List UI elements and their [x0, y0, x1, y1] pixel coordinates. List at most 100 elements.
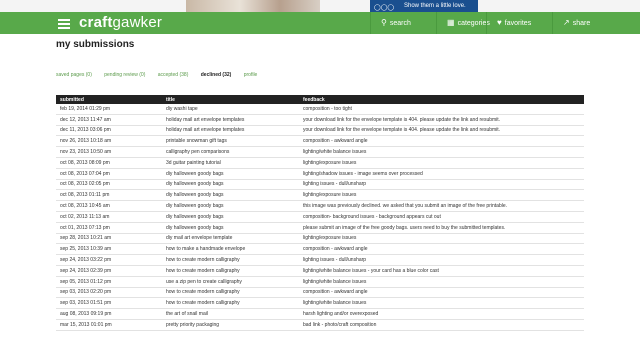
- tab-pending-review[interactable]: pending review (0): [104, 72, 145, 78]
- header-feedback: feedback: [303, 96, 325, 103]
- cell-title[interactable]: 3d guitar painting tutorial: [162, 157, 299, 169]
- header-submitted: submitted: [60, 96, 84, 103]
- cell-feedback: lighting/exposure issues: [299, 233, 584, 245]
- cell-title[interactable]: calligraphy pen comparisons: [162, 146, 299, 158]
- table-row: oct 01, 2013 07:13 pm diy halloween goody…: [56, 222, 584, 234]
- cell-title[interactable]: diy halloween goody bags: [162, 200, 299, 212]
- table-row: dec 11, 2013 03:06 pm holiday mail art en…: [56, 125, 584, 137]
- cell-feedback: please submit an image of the free goody…: [299, 222, 584, 234]
- cell-feedback: lighting/white balance issues: [299, 297, 584, 310]
- tab-saved-pages[interactable]: saved pages (0): [56, 72, 92, 78]
- heart-icon: ♥: [497, 18, 502, 27]
- menu-icon[interactable]: [58, 17, 70, 29]
- cell-title[interactable]: diy halloween goody bags: [162, 189, 299, 202]
- share-icon: ↗: [563, 18, 570, 27]
- table-row: oct 02, 2013 11:13 am diy halloween goody…: [56, 211, 584, 223]
- cell-title[interactable]: diy washi tape: [162, 104, 299, 115]
- cell-submitted-date: oct 08, 2013 10:45 am: [56, 200, 162, 212]
- cell-title[interactable]: diy halloween goody bags: [162, 222, 299, 234]
- top-banner: ◯◯◯ Show them a little love. Share them …: [0, 0, 640, 21]
- table-row: oct 08, 2013 07:04 pm diy halloween goody…: [56, 168, 584, 180]
- nav-search-label: search: [389, 20, 411, 27]
- cell-submitted-date: dec 12, 2013 11:47 am: [56, 114, 162, 126]
- logo-text-light: gawker: [112, 14, 163, 31]
- cell-submitted-date: sep 28, 2013 10:21 am: [56, 233, 162, 245]
- tab-profile[interactable]: profile: [244, 72, 258, 78]
- table-row: sep 24, 2013 02:39 pm how to create moder…: [56, 265, 584, 277]
- logo-text-bold: craft: [79, 14, 113, 31]
- table-row: oct 08, 2013 02:05 pm diy halloween goody…: [56, 179, 584, 191]
- nav-favorites-label: favorites: [504, 20, 532, 27]
- table-row: oct 08, 2013 01:11 pm diy halloween goody…: [56, 189, 584, 202]
- table-row: dec 12, 2013 11:47 am holiday mail art en…: [56, 114, 584, 126]
- grid-icon: ▦: [447, 18, 455, 27]
- cell-title[interactable]: the art of snail mail: [162, 308, 299, 320]
- cell-submitted-date: sep 03, 2013 02:20 pm: [56, 287, 162, 299]
- header-title: title: [166, 96, 175, 103]
- cell-feedback: lighting issues - dull/unsharp: [299, 254, 584, 266]
- cell-feedback: lighting/white balance issues: [299, 146, 584, 158]
- cell-feedback: lighting/exposure issues: [299, 157, 584, 169]
- table-row: sep 24, 2013 03:22 pm how to create moder…: [56, 254, 584, 266]
- submission-tabs: saved pages (0) pending review (0) accep…: [56, 72, 268, 78]
- table-row: oct 08, 2013 08:09 pm 3d guitar painting …: [56, 157, 584, 169]
- cell-title[interactable]: diy halloween goody bags: [162, 179, 299, 191]
- cell-feedback: composition - too tight: [299, 104, 584, 115]
- cell-feedback: composition - awkward angle: [299, 287, 584, 299]
- table-header: submitted title feedback: [56, 95, 584, 104]
- cell-submitted-date: nov 23, 2013 10:50 am: [56, 146, 162, 158]
- nav-share[interactable]: ↗ share: [552, 12, 590, 34]
- cell-title[interactable]: pretty priority packaging: [162, 319, 299, 331]
- table-row: aug 08, 2013 09:19 pm the art of snail ma…: [56, 308, 584, 320]
- nav-search[interactable]: ⚲ search: [370, 12, 436, 34]
- cell-feedback: your download link for the envelope temp…: [299, 125, 584, 137]
- cell-submitted-date: feb 19, 2014 01:29 pm: [56, 104, 162, 115]
- cell-title[interactable]: how to create modern calligraphy: [162, 287, 299, 299]
- cell-submitted-date: nov 26, 2013 10:18 am: [56, 135, 162, 148]
- cell-submitted-date: sep 25, 2013 10:39 am: [56, 243, 162, 256]
- tab-accepted[interactable]: accepted (38): [158, 72, 189, 78]
- cell-title[interactable]: printable snowman gift tags: [162, 135, 299, 148]
- cell-title[interactable]: holiday mail art envelope templates: [162, 114, 299, 126]
- cell-feedback: your download link for the envelope temp…: [299, 114, 584, 126]
- cell-feedback: lighting/white balance issues: [299, 276, 584, 288]
- cell-feedback: composition - awkward angle: [299, 135, 584, 148]
- table-row: nov 23, 2013 10:50 am calligraphy pen com…: [56, 146, 584, 158]
- cell-feedback: bad link - photo/craft composition: [299, 319, 584, 331]
- banner-image: [186, 0, 320, 12]
- cell-feedback: lighting/shadow issues - image seems ove…: [299, 168, 584, 180]
- cell-title[interactable]: diy mail art envelope template: [162, 233, 299, 245]
- cell-feedback: lighting issues - dull/unsharp: [299, 179, 584, 191]
- cell-title[interactable]: how to create modern calligraphy: [162, 297, 299, 310]
- cell-title[interactable]: how to create modern calligraphy: [162, 254, 299, 266]
- cell-submitted-date: oct 01, 2013 07:13 pm: [56, 222, 162, 234]
- table-row: oct 08, 2013 10:45 am diy halloween goody…: [56, 200, 584, 212]
- table-row: sep 03, 2013 02:20 pm how to create moder…: [56, 287, 584, 299]
- cell-submitted-date: sep 24, 2013 02:39 pm: [56, 265, 162, 277]
- page-title: my submissions: [56, 39, 135, 50]
- site-logo[interactable]: craftgawker: [79, 14, 162, 31]
- cell-submitted-date: oct 08, 2013 02:05 pm: [56, 179, 162, 191]
- cell-title[interactable]: how to create modern calligraphy: [162, 265, 299, 277]
- cell-title[interactable]: use a zip pen to create calligraphy: [162, 276, 299, 288]
- cell-submitted-date: sep 24, 2013 03:22 pm: [56, 254, 162, 266]
- banner-ad[interactable]: ◯◯◯ Show them a little love. Share them …: [370, 0, 478, 21]
- cell-feedback: lighting/exposure issues: [299, 189, 584, 202]
- cell-submitted-date: oct 08, 2013 08:09 pm: [56, 157, 162, 169]
- nav-favorites[interactable]: ♥ favorites: [486, 12, 552, 34]
- cell-feedback: this image was previously declined. we a…: [299, 200, 584, 212]
- cell-title[interactable]: how to make a handmade envelope: [162, 243, 299, 256]
- nav-bar: craftgawker ⚲ search ▦ categories ♥ favorit…: [0, 12, 640, 34]
- table-row: mar 15, 2013 01:01 pm pretty priority pac…: [56, 319, 584, 331]
- tab-declined[interactable]: declined (32): [201, 72, 232, 78]
- cell-title[interactable]: diy halloween goody bags: [162, 168, 299, 180]
- nav-categories-label: categories: [457, 20, 490, 27]
- cell-title[interactable]: holiday mail art envelope templates: [162, 125, 299, 137]
- table-row: feb 19, 2014 01:29 pm diy washi tape compo…: [56, 104, 584, 115]
- cell-submitted-date: sep 03, 2013 01:51 pm: [56, 297, 162, 310]
- table-row: nov 26, 2013 10:18 am printable snowman g…: [56, 135, 584, 148]
- nav-categories[interactable]: ▦ categories: [436, 12, 490, 34]
- cell-feedback: harsh lighting and/or overexposed: [299, 308, 584, 320]
- cell-title[interactable]: diy halloween goody bags: [162, 211, 299, 223]
- cell-submitted-date: mar 15, 2013 01:01 pm: [56, 319, 162, 331]
